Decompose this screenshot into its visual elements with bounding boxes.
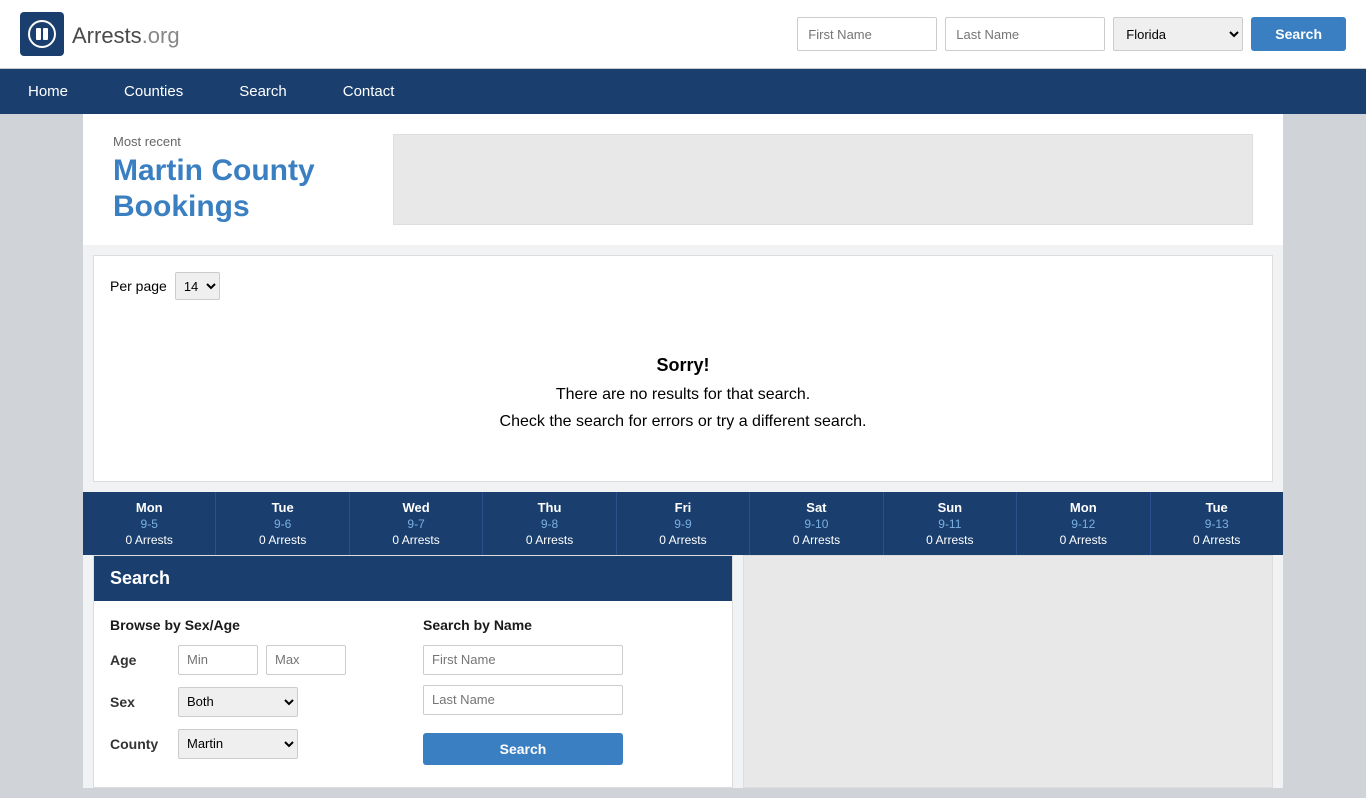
page-title-section: Most recent Martin County Bookings	[113, 134, 373, 225]
date-nav: Mon 9-5 0 Arrests Tue 9-6 0 Arrests Wed …	[83, 492, 1283, 555]
page-title: Martin County Bookings	[113, 153, 373, 225]
name-search-section: Search by Name Search	[423, 617, 716, 771]
header-first-name-input[interactable]	[797, 17, 937, 51]
day-name: Mon	[1021, 500, 1145, 515]
top-ad-banner	[393, 134, 1253, 225]
arrests-count: 0 Arrests	[354, 533, 478, 547]
county-label: County	[110, 736, 170, 752]
most-recent-label: Most recent	[113, 134, 373, 149]
sex-select[interactable]: Both Male Female	[178, 687, 298, 717]
day-name: Wed	[354, 500, 478, 515]
day-name: Tue	[220, 500, 344, 515]
sex-row: Sex Both Male Female	[110, 687, 403, 717]
search-first-name-input[interactable]	[423, 645, 623, 675]
date-nav-item: Mon 9-12 0 Arrests	[1017, 492, 1150, 555]
arrests-count: 0 Arrests	[754, 533, 878, 547]
logo-area: Arrests.org	[20, 12, 180, 56]
arrests-count: 0 Arrests	[1155, 533, 1279, 547]
page-title-line1: Martin County	[113, 154, 315, 187]
age-label: Age	[110, 652, 170, 668]
date-nav-item: Tue 9-6 0 Arrests	[216, 492, 349, 555]
date-nav-item: Mon 9-5 0 Arrests	[83, 492, 216, 555]
header-last-name-input[interactable]	[945, 17, 1105, 51]
logo-icon	[20, 12, 64, 56]
search-panel-body: Browse by Sex/Age Age Sex Both Male Fema	[94, 601, 732, 787]
per-page-row: Per page 14 25 50	[110, 272, 1256, 300]
sex-label: Sex	[110, 694, 170, 710]
county-select[interactable]: Martin	[178, 729, 298, 759]
search-panel-header: Search	[94, 556, 732, 601]
logo-brand: Arrests	[72, 23, 142, 48]
state-select[interactable]: Florida Alabama Georgia Texas	[1113, 17, 1243, 51]
day-date-link[interactable]: 9-12	[1071, 517, 1095, 531]
browse-section-title: Browse by Sex/Age	[110, 617, 403, 633]
sorry-text: Sorry!	[130, 350, 1236, 381]
results-section: Per page 14 25 50 Sorry! There are no re…	[93, 255, 1273, 482]
page-title-line2: Bookings	[113, 190, 250, 223]
date-nav-item: Tue 9-13 0 Arrests	[1151, 492, 1283, 555]
main-nav: Home Counties Search Contact	[0, 69, 1366, 114]
nav-contact[interactable]: Contact	[315, 69, 423, 114]
day-name: Sat	[754, 500, 878, 515]
date-nav-item: Fri 9-9 0 Arrests	[617, 492, 750, 555]
day-date-link[interactable]: 9-5	[141, 517, 158, 531]
header: Arrests.org Florida Alabama Georgia Texa…	[0, 0, 1366, 69]
day-name: Mon	[87, 500, 211, 515]
browse-section: Browse by Sex/Age Age Sex Both Male Fema	[110, 617, 403, 771]
no-results-line2: Check the search for errors or try a dif…	[130, 408, 1236, 435]
panel-search-button[interactable]: Search	[423, 733, 623, 765]
day-date-link[interactable]: 9-11	[938, 517, 961, 531]
no-results-message: Sorry! There are no results for that sea…	[110, 320, 1256, 465]
main-container: Most recent Martin County Bookings Per p…	[83, 114, 1283, 788]
header-search-form: Florida Alabama Georgia Texas Search	[797, 17, 1346, 51]
date-nav-item: Thu 9-8 0 Arrests	[483, 492, 616, 555]
per-page-select[interactable]: 14 25 50	[175, 272, 220, 300]
per-page-label: Per page	[110, 278, 167, 294]
age-row: Age	[110, 645, 403, 675]
arrests-count: 0 Arrests	[487, 533, 611, 547]
age-max-input[interactable]	[266, 645, 346, 675]
day-date-link[interactable]: 9-10	[804, 517, 828, 531]
day-name: Tue	[1155, 500, 1279, 515]
date-nav-item: Sun 9-11 0 Arrests	[884, 492, 1017, 555]
day-date-link[interactable]: 9-7	[407, 517, 424, 531]
no-results-line1: There are no results for that search.	[130, 381, 1236, 408]
page-header-area: Most recent Martin County Bookings	[83, 114, 1283, 245]
day-date-link[interactable]: 9-6	[274, 517, 291, 531]
name-search-title: Search by Name	[423, 617, 716, 633]
nav-home[interactable]: Home	[0, 69, 96, 114]
date-nav-item: Sat 9-10 0 Arrests	[750, 492, 883, 555]
arrests-count: 0 Arrests	[621, 533, 745, 547]
date-nav-item: Wed 9-7 0 Arrests	[350, 492, 483, 555]
arrests-count: 0 Arrests	[1021, 533, 1145, 547]
right-ad-banner	[743, 555, 1273, 788]
nav-counties[interactable]: Counties	[96, 69, 211, 114]
arrests-count: 0 Arrests	[220, 533, 344, 547]
day-name: Fri	[621, 500, 745, 515]
day-date-link[interactable]: 9-8	[541, 517, 558, 531]
arrests-count: 0 Arrests	[87, 533, 211, 547]
logo-text: Arrests.org	[72, 18, 180, 50]
day-date-link[interactable]: 9-13	[1205, 517, 1229, 531]
search-last-name-input[interactable]	[423, 685, 623, 715]
logo-suffix: .org	[142, 23, 180, 48]
day-name: Sun	[888, 500, 1012, 515]
content-wrapper: Most recent Martin County Bookings Per p…	[83, 114, 1283, 788]
header-search-button[interactable]: Search	[1251, 17, 1346, 51]
nav-search[interactable]: Search	[211, 69, 315, 114]
day-date-link[interactable]: 9-9	[674, 517, 691, 531]
age-min-input[interactable]	[178, 645, 258, 675]
day-name: Thu	[487, 500, 611, 515]
county-row: County Martin	[110, 729, 403, 759]
lower-section: Search Browse by Sex/Age Age Sex	[93, 555, 1273, 788]
arrests-count: 0 Arrests	[888, 533, 1012, 547]
search-panel: Search Browse by Sex/Age Age Sex	[93, 555, 733, 788]
